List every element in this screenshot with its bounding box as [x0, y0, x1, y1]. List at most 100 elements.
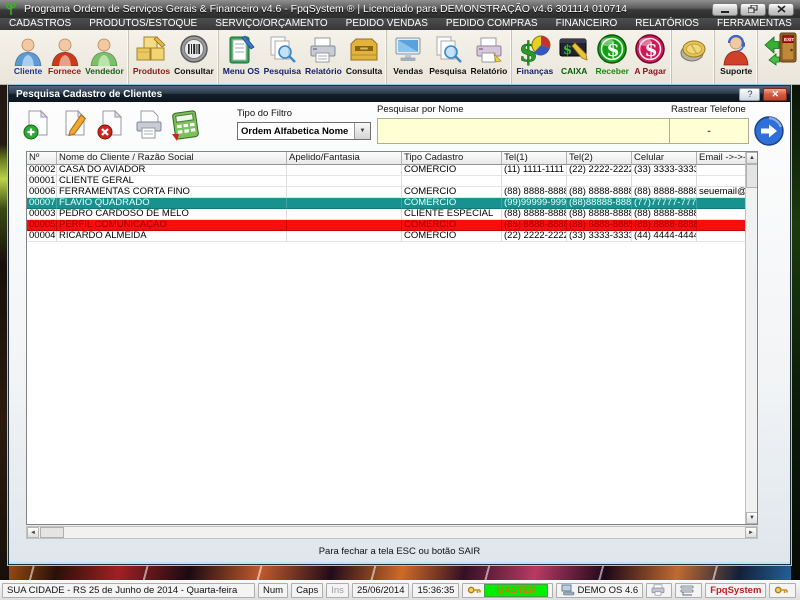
status-network-panel[interactable] [675, 583, 702, 598]
table-row[interactable]: 00001CLIENTE GERAL [27, 176, 757, 187]
table-row[interactable]: 00003PEDRO CARDOSO DE MELOCLIENTE ESPECI… [27, 209, 757, 220]
toolbar-fornece-button[interactable]: Fornece [46, 30, 83, 76]
toolbar-label: Pesquisa [429, 66, 466, 76]
table-cell [287, 220, 402, 231]
toolbar-pesquisa-button[interactable]: Pesquisa [262, 30, 303, 76]
toolbar-relatorio-button[interactable]: Relatório [303, 30, 344, 76]
table-cell: FLAVIO QUADRADO [57, 198, 287, 209]
workspace-background: Pesquisa Cadastro de Clientes ? ✕ Tipo d… [0, 85, 800, 580]
column-header: Celular [632, 152, 697, 165]
search-name-input[interactable] [377, 118, 689, 144]
table-cell: RICARDO ALMEIDA [57, 231, 287, 242]
toolbar-coin-icon-button[interactable] [674, 30, 712, 66]
table-cell: CASA DO AVIADOR [57, 165, 287, 176]
table-cell: (88) 8888-8888 [567, 187, 632, 198]
table-cell: (88) 8888-8888 [502, 187, 567, 198]
wallpaper-right-strip [791, 85, 800, 580]
scroll-down-icon[interactable]: ▼ [746, 512, 758, 524]
menu-item-servico-orcamento[interactable]: SERVIÇO/ORÇAMENTO [206, 18, 336, 30]
toolbar-label: Menu OS [223, 66, 260, 76]
search-go-button[interactable] [753, 115, 785, 147]
drawer-icon [347, 32, 381, 66]
vertical-scroll-thumb[interactable] [746, 164, 758, 188]
person-blue-icon [12, 32, 44, 66]
toolbar-vendedor-button[interactable]: Vendedor [83, 30, 126, 76]
table-row[interactable]: 00004RICARDO ALMEIDACOMERCIO(22) 2222-22… [27, 231, 757, 242]
menu-item-ferramentas[interactable]: FERRAMENTAS [708, 18, 800, 30]
scroll-right-icon[interactable]: ► [745, 527, 757, 538]
toolbar-vendas-button[interactable]: Vendas [389, 30, 427, 76]
menu-item-produtos-estoque[interactable]: PRODUTOS/ESTOQUE [80, 18, 206, 30]
toolbar-label: Consultar [174, 66, 214, 76]
toolbar-produtos-button[interactable]: Produtos [131, 30, 172, 76]
table-cell [632, 176, 697, 187]
toolbar-group: EXIT [757, 30, 800, 84]
scroll-up-icon[interactable]: ▲ [746, 152, 758, 164]
table-cell [287, 176, 402, 187]
edit-record-button[interactable] [58, 106, 90, 146]
toolbar-suporte-button[interactable]: Suporte [717, 30, 755, 76]
dialog-close-button[interactable]: ✕ [763, 88, 787, 101]
toolbar-label: Vendedor [85, 66, 124, 76]
toolbar-receber-button[interactable]: $Receber [593, 30, 631, 76]
toolbar-relatorio-button[interactable]: Relatório [469, 30, 510, 76]
restore-button[interactable] [740, 3, 766, 16]
search-docs-icon [431, 32, 465, 66]
table-cell: COMERCIO [402, 220, 502, 231]
minimize-button[interactable] [712, 3, 738, 16]
chevron-down-icon[interactable]: ▼ [354, 123, 370, 139]
toolbar-group: ProdutosConsultar [128, 30, 216, 84]
menu-item-pedido-compras[interactable]: PEDIDO COMPRAS [437, 18, 547, 30]
table-cell: (44) 4444-4444 [632, 231, 697, 242]
key-icon [774, 584, 789, 596]
table-cell: (88) 8888-8888 [632, 209, 697, 220]
toolbar-label: Suporte [720, 66, 752, 76]
table-cell: (88) 8888-8888 [502, 209, 567, 220]
delete-record-button[interactable] [95, 106, 127, 146]
menu-item-pedido-vendas[interactable]: PEDIDO VENDAS [337, 18, 437, 30]
vertical-scrollbar[interactable]: ▲ ▼ [745, 152, 757, 524]
table-row[interactable]: 00007FLAVIO QUADRADOCOMERCIO(99)99999-99… [27, 198, 757, 209]
table-cell [402, 176, 502, 187]
toolbar-consultar-button[interactable]: Consultar [172, 30, 216, 76]
phone-trace-input[interactable] [669, 118, 749, 144]
application-window: Programa Ordem de Serviços Gerais & Fina… [0, 0, 800, 600]
toolbar-caixa-button[interactable]: $CAIXA [555, 30, 593, 76]
table-cell: COMERCIO [402, 165, 502, 176]
table-cell: 00002 [27, 165, 57, 176]
table-cell [697, 165, 747, 176]
toolbar-label: A Pagar [634, 66, 666, 76]
device-icon [561, 584, 575, 596]
close-button[interactable] [768, 3, 794, 16]
toolbar-group: Menu OSPesquisaRelatórioConsulta [218, 30, 384, 84]
menu-item-cadastros[interactable]: CADASTROS [0, 18, 80, 30]
table-row[interactable]: 00006FERRAMENTAS CORTA FINOCOMERCIO(88) … [27, 187, 757, 198]
scroll-left-icon[interactable]: ◄ [27, 527, 39, 538]
menu-item-relatorios[interactable]: RELATÓRIOS [626, 18, 708, 30]
toolbar-a-pagar-button[interactable]: $A Pagar [631, 30, 669, 76]
report-record-button[interactable] [169, 106, 201, 146]
table-row[interactable]: 00005PERFIL COMUNICAÇÃOCOMERCIO(88) 8888… [27, 220, 757, 231]
table-row[interactable]: 00002CASA DO AVIADORCOMERCIO(11) 1111-11… [27, 165, 757, 176]
add-record-button[interactable] [21, 106, 53, 146]
toolbar-exit-door-icon-button[interactable]: EXIT [760, 30, 800, 66]
column-header: Tel(1) [502, 152, 567, 165]
status-printer-panel[interactable] [646, 583, 672, 598]
table-cell: (88) 8888-8888 [567, 209, 632, 220]
filter-type-select[interactable]: Ordem Alfabetica Nome ▼ [237, 122, 371, 140]
toolbar-menu-os-button[interactable]: Menu OS [221, 30, 262, 76]
print-record-button[interactable] [132, 106, 164, 146]
horizontal-scroll-thumb[interactable] [40, 527, 64, 538]
menu-item-financeiro[interactable]: FINANCEIRO [547, 18, 627, 30]
status-date: 25/06/2014 [352, 583, 410, 598]
table-cell [287, 187, 402, 198]
toolbar-cliente-button[interactable]: Cliente [10, 30, 46, 76]
table-cell: (22) 2222-2222 [502, 231, 567, 242]
dialog-help-button[interactable]: ? [739, 88, 760, 101]
toolbar-consulta-button[interactable]: Consulta [344, 30, 384, 76]
monitor-icon [391, 32, 425, 66]
horizontal-scrollbar[interactable]: ◄ ► [26, 526, 758, 539]
toolbar-financas-button[interactable]: $Finanças [514, 30, 555, 76]
toolbar-pesquisa-button[interactable]: Pesquisa [427, 30, 468, 76]
toolbar-label: Vendas [393, 66, 423, 76]
